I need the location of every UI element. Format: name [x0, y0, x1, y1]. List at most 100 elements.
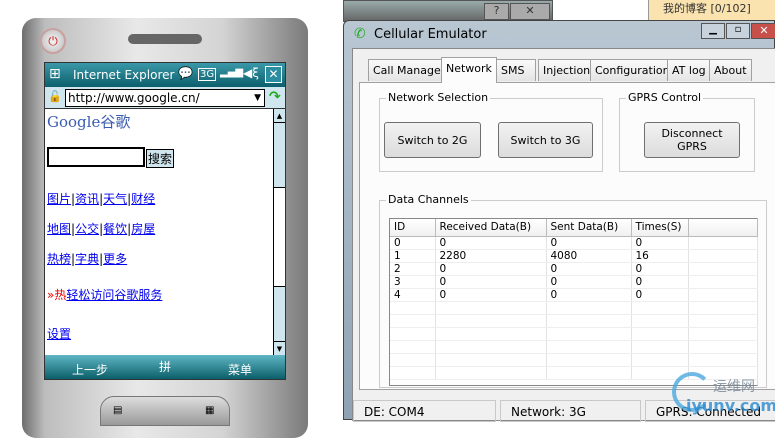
table-row[interactable] — [390, 314, 758, 328]
table-cell: 0 — [546, 275, 632, 289]
close-icon[interactable]: ✕ — [265, 66, 282, 83]
power-button[interactable]: ⏻ — [40, 28, 66, 54]
table-cell — [435, 314, 547, 328]
minimize-icon[interactable]: ▁ — [701, 23, 725, 39]
scroll-up-icon[interactable]: ▲ — [274, 109, 285, 123]
table-row[interactable]: 1 2280 4080 16 — [390, 249, 758, 263]
table-cell — [435, 327, 547, 341]
table-cell — [546, 340, 632, 354]
close-icon[interactable]: ✕ — [510, 3, 550, 20]
promo-line: »热轻松访问谷歌服务 — [47, 286, 162, 303]
table-row[interactable]: 4000 — [390, 288, 758, 302]
contacts-icon[interactable]: ▤ — [113, 405, 122, 416]
table-cell — [688, 314, 758, 328]
softkey-input[interactable]: 拼 — [159, 358, 171, 375]
table-cell — [631, 314, 689, 328]
link-housing[interactable]: 房屋 — [131, 222, 155, 236]
table-cell: 0 — [390, 236, 436, 250]
keypad-icon[interactable]: ▦ — [205, 405, 214, 416]
dpad[interactable]: ▤ ▦ — [100, 396, 230, 426]
table-cell — [390, 366, 436, 380]
windows-start-icon[interactable]: ⊞ — [49, 66, 61, 82]
tab-about[interactable]: About — [709, 59, 752, 81]
softkey-back[interactable]: 上一步 — [72, 361, 108, 378]
tab-sms[interactable]: SMS — [496, 59, 536, 81]
table-cell: 0 — [435, 262, 547, 276]
table-cell: 0 — [435, 236, 547, 250]
table-row[interactable] — [390, 327, 758, 341]
settings-link[interactable]: 设置 — [47, 327, 71, 341]
softkey-bar: 上一步 拼 菜单 — [45, 355, 285, 379]
table-cell — [546, 314, 632, 328]
address-bar: 🔓 http://www.google.cn/ ▼ ↷ — [45, 87, 285, 109]
link-more[interactable]: 更多 — [103, 252, 127, 266]
table-cell: 0 — [631, 262, 689, 276]
switch-to-3g-button[interactable]: Switch to 3G — [498, 122, 593, 158]
table-row[interactable] — [390, 301, 758, 315]
link-images[interactable]: 图片 — [47, 192, 71, 206]
phone-icon: ✆ — [354, 26, 366, 42]
table-row[interactable]: 3000 — [390, 275, 758, 289]
link-dictionary[interactable]: 字典 — [75, 252, 99, 266]
column-header-times[interactable]: Times(S) — [631, 219, 689, 237]
tab-at-log[interactable]: AT log — [667, 59, 711, 81]
link-maps[interactable]: 地图 — [47, 222, 71, 236]
device-screen: ⊞ Internet Explorer 💬 3G ▂▄▆ ◀ξ ✕ 🔓 http… — [44, 62, 286, 380]
table-cell — [390, 327, 436, 341]
table-cell — [631, 327, 689, 341]
scroll-thumb[interactable] — [274, 187, 285, 287]
watermark-text: 运维网 — [713, 379, 755, 395]
tab-injection[interactable]: Injection — [538, 59, 596, 81]
table-row[interactable]: 2000 — [390, 262, 758, 276]
table-cell — [688, 249, 758, 263]
network-selection-label: Network Selection — [386, 91, 491, 104]
link-news[interactable]: 资讯 — [75, 192, 99, 206]
speaker-icon: ◀ξ — [243, 66, 259, 80]
google-logo: Google谷歌 — [47, 113, 131, 131]
background-panel: 我的博客 [0/102] — [648, 0, 775, 20]
table-cell — [546, 301, 632, 315]
switch-to-2g-button[interactable]: Switch to 2G — [384, 122, 481, 158]
table-cell: 0 — [546, 262, 632, 276]
table-row[interactable] — [390, 340, 758, 354]
table-cell — [390, 340, 436, 354]
gprs-control-group: GPRS Control Disconnect GPRS — [619, 91, 755, 172]
search-input[interactable] — [47, 147, 145, 167]
table-cell — [688, 236, 758, 250]
maximize-icon[interactable]: ▫ — [726, 23, 750, 39]
signal-icon: ▂▄▆ — [220, 67, 244, 78]
chevron-down-icon[interactable]: ▼ — [254, 90, 261, 106]
table-cell — [435, 301, 547, 315]
close-icon[interactable]: ✕ — [751, 23, 775, 39]
link-hot[interactable]: 热榜 — [47, 252, 71, 266]
link-weather[interactable]: 天气 — [103, 192, 127, 206]
go-arrow-icon[interactable]: ↷ — [269, 89, 281, 105]
link-transit[interactable]: 公交 — [75, 222, 99, 236]
tab-call-manager[interactable]: Call Manager — [368, 59, 451, 81]
scroll-down-icon[interactable]: ▼ — [274, 341, 285, 355]
table-row[interactable] — [390, 353, 758, 367]
table-row[interactable]: 0000 — [390, 236, 758, 250]
window-title: Cellular Emulator — [374, 27, 487, 42]
url-text: http://www.google.cn/ — [68, 91, 200, 105]
speaker-grille — [128, 34, 202, 44]
column-header-received[interactable]: Received Data(B) — [435, 219, 547, 237]
search-button[interactable]: 搜索 — [146, 149, 175, 168]
column-header-sent[interactable]: Sent Data(B) — [546, 219, 632, 237]
promo-link[interactable]: 轻松访问谷歌服务 — [66, 288, 162, 302]
data-channels-group: Data Channels ID Received Data(B) Sent D… — [379, 193, 767, 388]
data-channels-table[interactable]: ID Received Data(B) Sent Data(B) Times(S… — [389, 218, 758, 386]
scrollbar[interactable]: ▲ ▼ — [273, 109, 285, 355]
softkey-menu[interactable]: 菜单 — [228, 361, 252, 378]
tab-configuration[interactable]: Configuration — [590, 59, 675, 81]
column-header-id[interactable]: ID — [390, 219, 436, 237]
link-dining[interactable]: 餐饮 — [103, 222, 127, 236]
table-cell: 0 — [435, 288, 547, 302]
help-icon[interactable]: ? — [484, 3, 509, 20]
table-cell — [390, 353, 436, 367]
url-input[interactable]: http://www.google.cn/ ▼ — [65, 89, 265, 107]
table-cell: 0 — [435, 275, 547, 289]
link-finance[interactable]: 财经 — [131, 192, 155, 206]
disconnect-gprs-button[interactable]: Disconnect GPRS — [644, 122, 740, 158]
tab-network[interactable]: Network — [441, 57, 497, 83]
